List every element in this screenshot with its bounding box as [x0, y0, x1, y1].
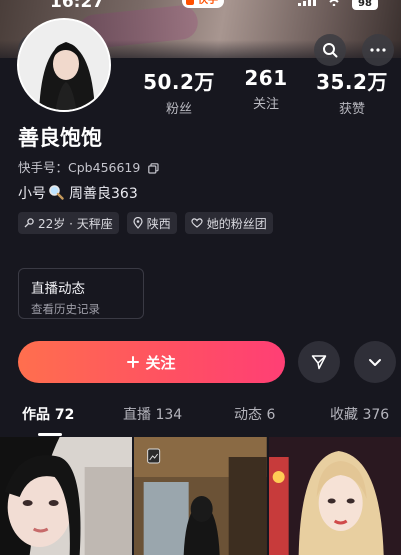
wifi-icon: [329, 0, 339, 6]
kwai-id-row: 快手号：Cpb456619: [18, 157, 159, 176]
stat-label: 粉丝: [165, 102, 192, 117]
video-thumbnail[interactable]: [0, 437, 133, 555]
stat-label: 关注: [252, 97, 279, 112]
heart-outline-icon: [191, 218, 203, 228]
status-time: 16:27: [50, 0, 105, 12]
app-badge: 快手: [182, 0, 224, 8]
follow-label: 关注: [145, 353, 176, 372]
tab-live[interactable]: 直播 134: [123, 404, 182, 424]
follow-button[interactable]: 关注: [18, 341, 285, 383]
male-symbol-icon: [24, 218, 34, 228]
battery-indicator: 98: [352, 0, 378, 10]
video-thumbnail[interactable]: [134, 437, 267, 555]
kwai-id-value: Cpb456619: [68, 160, 141, 175]
sub-account-name: 周善良363: [69, 186, 138, 202]
kwai-id-label: 快手号：: [18, 160, 69, 175]
video-grid: [0, 437, 401, 555]
copy-icon[interactable]: [148, 163, 159, 174]
tag-fan-club[interactable]: 她的粉丝团: [184, 212, 273, 234]
more-dots-icon: [370, 48, 386, 52]
avatar-photo: [19, 20, 109, 110]
profile-nickname: 善良饱饱: [18, 126, 102, 150]
tab-favorites[interactable]: 收藏 376: [330, 404, 389, 424]
content-tabs: 作品 72 直播 134 动态 6 收藏 376: [0, 404, 401, 436]
chevron-down-icon: [369, 359, 381, 366]
stat-likes[interactable]: 35.2万 获赞: [312, 66, 392, 117]
stat-following[interactable]: 261 关注: [232, 66, 300, 112]
share-button[interactable]: [298, 341, 340, 383]
stat-value: 50.2万: [143, 70, 215, 94]
tag-age: 22岁 · 天秤座: [18, 212, 119, 234]
search-button[interactable]: [314, 34, 346, 66]
tag-label: 陕西: [146, 216, 171, 231]
thumbnail-image: [134, 437, 267, 555]
search-icon: [323, 43, 338, 58]
active-tab-indicator: [38, 433, 62, 436]
plus-icon: [127, 356, 140, 368]
stat-value: 261: [244, 66, 288, 90]
tag-label: 她的粉丝团: [206, 216, 267, 231]
tag-label: 22岁 · 天秤座: [38, 216, 113, 231]
live-card-title: 直播动态: [31, 281, 85, 297]
live-history-card[interactable]: 直播动态 查看历史记录: [18, 268, 144, 319]
video-thumbnail[interactable]: [268, 437, 401, 555]
avatar[interactable]: [17, 18, 111, 112]
more-button[interactable]: [362, 34, 394, 66]
signal-icon: [298, 0, 316, 6]
thumbnail-image: [268, 437, 401, 555]
tag-location[interactable]: 陕西: [126, 212, 177, 234]
location-pin-icon: [133, 217, 143, 229]
profile-tags: 22岁 · 天秤座 陕西 她的粉丝团: [18, 212, 273, 234]
magnifier-emoji-icon: [49, 185, 64, 200]
tab-moments[interactable]: 动态 6: [234, 404, 275, 424]
thumbnail-image: [0, 437, 133, 555]
tab-works[interactable]: 作品 72: [22, 404, 74, 424]
live-card-subtitle: 查看历史记录: [31, 302, 100, 316]
stat-label: 获赞: [338, 102, 365, 117]
sub-account-prefix: 小号: [18, 186, 46, 202]
send-arrow-icon: [311, 355, 327, 370]
stat-value: 35.2万: [316, 70, 388, 94]
sub-account-row[interactable]: 小号 周善良363: [18, 183, 138, 203]
stat-fans[interactable]: 50.2万 粉丝: [140, 66, 218, 117]
expand-button[interactable]: [354, 341, 396, 383]
